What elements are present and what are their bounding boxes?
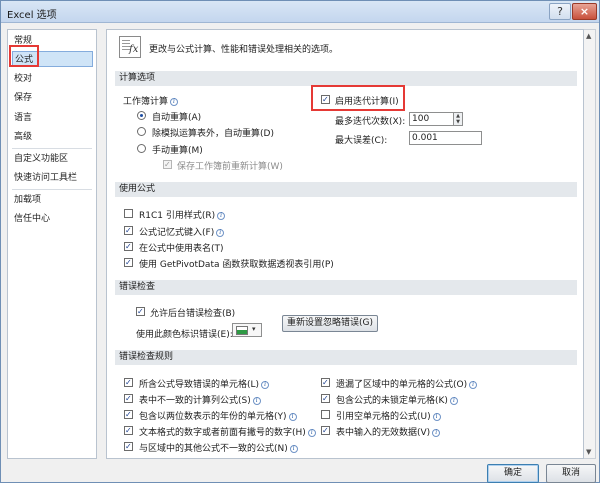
sidebar-item-quick-access-toolbar[interactable]: 快速访问工具栏 — [14, 170, 77, 186]
error-color-picker[interactable]: ▾ — [232, 323, 262, 337]
spin-down-icon[interactable]: ▼ — [454, 119, 462, 125]
info-icon: i — [217, 211, 226, 220]
rule-label[interactable]: 表中输入的无效数据(V) i — [336, 425, 441, 438]
rule-label[interactable]: 遗漏了区域中的单元格的公式(O) i — [336, 377, 478, 390]
rule-checkbox[interactable] — [321, 410, 330, 419]
color-swatch — [236, 326, 248, 335]
recalc-before-save-label: 保存工作簿前重新计算(W) — [177, 162, 283, 172]
sidebar-item-addins[interactable]: 加载项 — [14, 192, 41, 208]
radio-automatic-except-tables[interactable] — [137, 127, 146, 136]
info-icon: i — [449, 396, 458, 405]
formulas-panel: fx 更改与公式计算、性能和错误处理相关的选项。 计算选项 工作簿计算 i 自动重… — [106, 29, 584, 459]
background-error-check-label[interactable]: 允许后台错误检查(B) — [150, 306, 235, 319]
section-calculation-options: 计算选项 — [115, 71, 577, 86]
getpivotdata-checkbox[interactable] — [124, 258, 133, 267]
error-color-label: 使用此颜色标识错误(E): — [136, 330, 233, 340]
rule-label[interactable]: 与区域中的其他公式不一致的公式(N) i — [139, 441, 298, 454]
rule-checkbox[interactable] — [321, 378, 330, 387]
r1c1-checkbox[interactable] — [124, 209, 133, 218]
close-button[interactable]: × — [572, 3, 597, 20]
info-icon: i — [170, 97, 179, 106]
background-error-check-checkbox[interactable] — [136, 307, 145, 316]
iterative-calc-label[interactable]: 启用迭代计算(I) — [335, 94, 399, 107]
info-icon: i — [261, 380, 270, 389]
scroll-down-icon[interactable]: ▼ — [586, 448, 591, 456]
max-iterations-label: 最多迭代次数(X): — [335, 117, 406, 127]
sidebar-item-language[interactable]: 语言 — [14, 110, 32, 126]
info-icon: i — [216, 228, 225, 237]
max-iterations-input[interactable]: 100 — [409, 112, 454, 126]
table-names-label[interactable]: 在公式中使用表名(T) — [139, 241, 224, 254]
info-icon: i — [307, 428, 316, 437]
formula-fx-icon: fx — [119, 36, 141, 58]
rule-label[interactable]: 表中不一致的计算列公式(S) i — [139, 393, 261, 406]
rule-checkbox[interactable] — [321, 394, 330, 403]
rule-checkbox[interactable] — [321, 426, 330, 435]
sidebar-item-customize-ribbon[interactable]: 自定义功能区 — [14, 151, 68, 167]
info-icon: i — [469, 380, 478, 389]
radio-automatic-label[interactable]: 自动重算(A) — [152, 110, 201, 123]
iterative-calc-checkbox[interactable] — [321, 95, 330, 104]
info-icon: i — [252, 396, 261, 405]
sidebar-item-formulas[interactable]: 公式 — [12, 51, 93, 67]
sidebar-item-proofing[interactable]: 校对 — [14, 71, 32, 87]
section-error-checking: 错误检查 — [115, 280, 577, 295]
excel-options-dialog: Excel 选项 ? × 常规 公式 校对 保存 语言 高级 自定义功能区 快速… — [0, 0, 600, 483]
info-icon: i — [432, 428, 441, 437]
rule-label[interactable]: 包含以两位数表示的年份的单元格(Y) i — [139, 409, 297, 422]
radio-manual[interactable] — [137, 144, 146, 153]
rule-checkbox[interactable] — [124, 378, 133, 387]
sidebar-item-save[interactable]: 保存 — [14, 90, 32, 106]
rule-checkbox[interactable] — [124, 394, 133, 403]
formula-autocomplete-label[interactable]: 公式记忆式键入(F) i — [139, 225, 225, 238]
formula-autocomplete-checkbox[interactable] — [124, 226, 133, 235]
cancel-button[interactable]: 取消 — [546, 464, 596, 483]
options-sidebar: 常规 公式 校对 保存 语言 高级 自定义功能区 快速访问工具栏 加载项 信任中… — [7, 29, 97, 459]
info-icon: i — [288, 412, 297, 421]
section-error-checking-rules: 错误检查规则 — [115, 350, 577, 365]
info-icon: i — [432, 412, 441, 421]
table-names-checkbox[interactable] — [124, 242, 133, 251]
recalc-before-save-checkbox[interactable] — [163, 160, 172, 169]
window-title: Excel 选项 — [7, 10, 57, 21]
max-iterations-spinner[interactable]: ▲ ▼ — [454, 112, 463, 126]
info-icon: i — [289, 444, 298, 453]
title-bar: Excel 选项 ? × — [1, 1, 599, 23]
help-button[interactable]: ? — [549, 3, 571, 20]
panel-description: 更改与公式计算、性能和错误处理相关的选项。 — [149, 45, 339, 55]
rule-label[interactable]: 包含公式的未锁定单元格(K) i — [336, 393, 458, 406]
rule-label[interactable]: 文本格式的数字或者前面有撇号的数字(H) i — [139, 425, 316, 438]
radio-automatic[interactable] — [137, 111, 146, 120]
chevron-down-icon: ▾ — [252, 325, 256, 333]
sidebar-item-advanced[interactable]: 高级 — [14, 129, 32, 145]
rule-label[interactable]: 所含公式导致错误的单元格(L) i — [139, 377, 270, 390]
radio-manual-label[interactable]: 手动重算(M) — [152, 143, 203, 156]
reset-ignored-errors-button[interactable]: 重新设置忽略错误(G) — [282, 315, 378, 332]
vertical-scrollbar[interactable]: ▲ ▼ — [584, 29, 596, 459]
sidebar-divider — [12, 148, 92, 149]
max-change-label: 最大误差(C): — [335, 136, 388, 146]
radio-automatic-except-tables-label[interactable]: 除模拟运算表外，自动重算(D) — [152, 126, 274, 139]
rule-checkbox[interactable] — [124, 426, 133, 435]
scroll-up-icon[interactable]: ▲ — [586, 32, 591, 40]
max-change-input[interactable]: 0.001 — [409, 131, 482, 145]
sidebar-divider — [12, 189, 92, 190]
getpivotdata-label[interactable]: 使用 GetPivotData 函数获取数据透视表引用(P) — [139, 257, 334, 270]
section-working-with-formulas: 使用公式 — [115, 182, 577, 197]
ok-button[interactable]: 确定 — [487, 464, 539, 483]
sidebar-item-trust-center[interactable]: 信任中心 — [14, 211, 50, 227]
rule-checkbox[interactable] — [124, 442, 133, 451]
workbook-calc-heading: 工作簿计算 i — [123, 94, 179, 107]
rule-checkbox[interactable] — [124, 410, 133, 419]
sidebar-item-general[interactable]: 常规 — [14, 33, 32, 49]
r1c1-label[interactable]: R1C1 引用样式(R) i — [139, 208, 226, 221]
rule-label[interactable]: 引用空单元格的公式(U) i — [336, 409, 441, 422]
